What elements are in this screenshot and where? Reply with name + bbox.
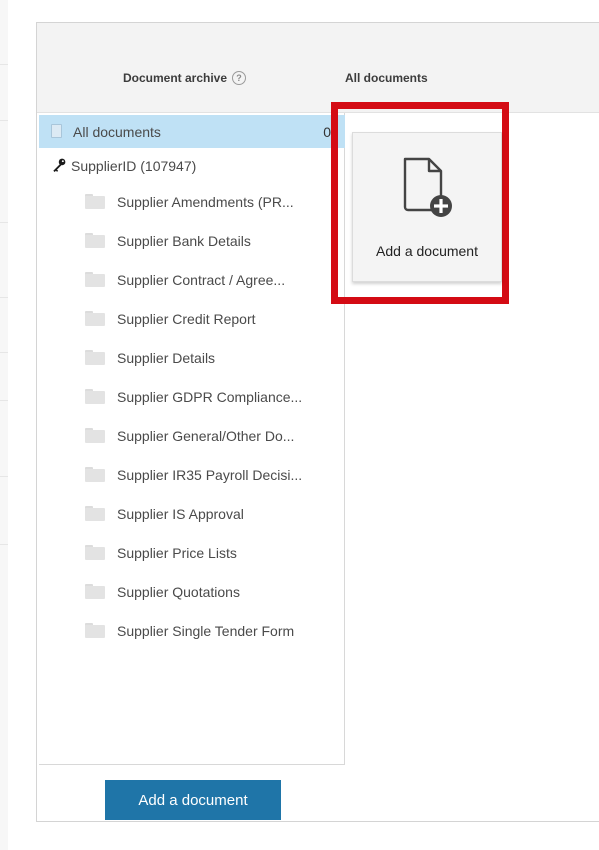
folder-label: Supplier IR35 Payroll Decisi... bbox=[117, 466, 303, 483]
folder-icon bbox=[85, 272, 105, 287]
tree-folder-item[interactable]: Supplier Amendments (PR... bbox=[39, 185, 345, 218]
folder-icon bbox=[85, 350, 105, 365]
folder-label: Supplier General/Other Do... bbox=[117, 427, 295, 444]
tree-folder-item[interactable]: Supplier Contract / Agree... bbox=[39, 263, 345, 296]
tree-folder-item[interactable]: Supplier Bank Details bbox=[39, 224, 345, 257]
folder-tree: All documents 0 SupplierID (107947) Supp… bbox=[39, 113, 345, 765]
help-icon[interactable]: ? bbox=[232, 71, 247, 85]
folder-label: Supplier Price Lists bbox=[117, 544, 237, 561]
archive-header: Document archive ? All documents bbox=[37, 23, 599, 113]
tree-folder-item[interactable]: Supplier General/Other Do... bbox=[39, 419, 345, 452]
left-gutter bbox=[0, 0, 8, 850]
tree-folder-item[interactable]: Supplier IS Approval bbox=[39, 497, 345, 530]
folder-label: Supplier IS Approval bbox=[117, 505, 244, 522]
document-icon bbox=[51, 124, 62, 138]
gutter-divider bbox=[0, 400, 8, 401]
folder-label: Supplier Bank Details bbox=[117, 232, 251, 249]
folder-label: Supplier Quotations bbox=[117, 583, 240, 600]
folder-label: Supplier Details bbox=[117, 349, 216, 366]
tree-folder-item[interactable]: Supplier GDPR Compliance... bbox=[39, 380, 345, 413]
tree-item-supplier[interactable]: SupplierID (107947) bbox=[39, 149, 345, 182]
current-view-title: All documents bbox=[345, 71, 428, 85]
tree-folder-item[interactable]: Supplier IR35 Payroll Decisi... bbox=[39, 458, 345, 491]
key-icon bbox=[53, 158, 66, 172]
folder-icon bbox=[85, 584, 105, 599]
gutter-divider bbox=[0, 64, 8, 65]
tree-folder-item[interactable]: Supplier Price Lists bbox=[39, 536, 345, 569]
folder-icon bbox=[85, 233, 105, 248]
folder-label: Supplier GDPR Compliance... bbox=[117, 388, 303, 405]
archive-title: Document archive ? bbox=[123, 71, 247, 85]
tree-folder-item[interactable]: Supplier Details bbox=[39, 341, 345, 374]
add-document-button[interactable]: Add a document bbox=[105, 780, 281, 820]
gutter-divider bbox=[0, 476, 8, 477]
gutter-divider bbox=[0, 544, 8, 545]
folder-icon bbox=[85, 545, 105, 560]
folder-icon bbox=[85, 311, 105, 326]
folder-label: Supplier Contract / Agree... bbox=[117, 271, 286, 288]
tree-item-label: All documents bbox=[73, 123, 161, 140]
tree-folder-item[interactable]: Supplier Single Tender Form bbox=[39, 614, 345, 647]
tree-folder-item[interactable]: Supplier Quotations bbox=[39, 575, 345, 608]
folder-icon bbox=[85, 389, 105, 404]
folder-icon bbox=[85, 428, 105, 443]
folder-icon bbox=[85, 623, 105, 638]
gutter-divider bbox=[0, 352, 8, 353]
folder-label: Supplier Credit Report bbox=[117, 310, 256, 327]
document-count: 0 bbox=[323, 123, 331, 140]
document-archive-panel: Document archive ? All documents All doc… bbox=[36, 22, 599, 822]
gutter-divider bbox=[0, 120, 8, 121]
folder-icon bbox=[85, 467, 105, 482]
folder-icon bbox=[85, 194, 105, 209]
archive-title-text: Document archive bbox=[123, 71, 228, 85]
gutter-divider bbox=[0, 222, 8, 223]
add-document-card[interactable]: Add a document bbox=[352, 132, 502, 282]
tree-item-all-documents[interactable]: All documents 0 bbox=[39, 115, 345, 148]
folder-label: Supplier Amendments (PR... bbox=[117, 193, 294, 210]
folder-icon bbox=[85, 506, 105, 521]
folder-label: Supplier Single Tender Form bbox=[117, 622, 295, 639]
tree-folder-item[interactable]: Supplier Credit Report bbox=[39, 302, 345, 335]
add-document-icon bbox=[403, 157, 452, 217]
gutter-divider bbox=[0, 297, 8, 298]
add-document-card-label: Add a document bbox=[376, 243, 478, 259]
tree-item-label: SupplierID (107947) bbox=[71, 157, 197, 174]
